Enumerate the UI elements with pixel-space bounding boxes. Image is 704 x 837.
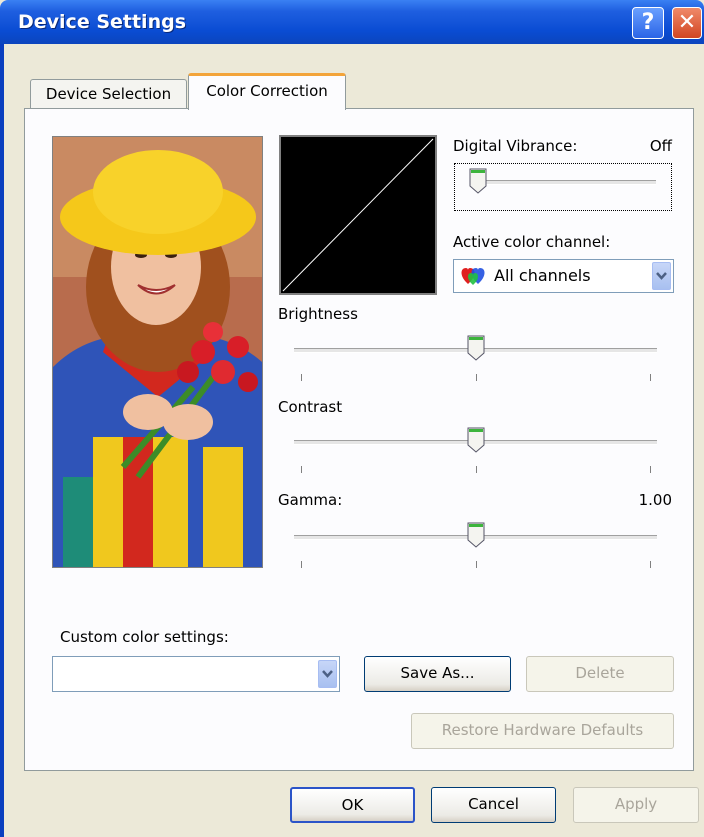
save-as-button[interactable]: Save As... — [364, 656, 511, 692]
gamma-tick-min — [301, 561, 302, 568]
ok-button[interactable]: OK — [290, 787, 415, 823]
window-frame — [0, 44, 4, 837]
cancel-button[interactable]: Cancel — [431, 787, 556, 823]
brightness-tick-min — [301, 374, 302, 381]
help-button[interactable]: ? — [632, 7, 664, 39]
brightness-label: Brightness — [278, 305, 358, 323]
tab-color-correction[interactable]: Color Correction — [188, 73, 346, 110]
contrast-tick-mid — [476, 466, 477, 473]
brightness-thumb[interactable] — [467, 335, 485, 361]
tab-device-selection[interactable]: Device Selection — [30, 79, 187, 109]
gamma-tick-max — [650, 561, 651, 568]
gamma-tick-mid — [476, 561, 477, 568]
contrast-thumb[interactable] — [467, 427, 485, 453]
contrast-tick-min — [301, 466, 302, 473]
preview-image — [52, 136, 263, 568]
restore-defaults-button[interactable]: Restore Hardware Defaults — [411, 713, 674, 749]
gamma-value: 1.00 — [638, 491, 672, 509]
chevron-down-icon[interactable] — [318, 660, 337, 688]
gamma-curve-line — [282, 138, 434, 292]
active-channel-label: Active color channel: — [453, 233, 611, 251]
contrast-label: Contrast — [278, 398, 343, 416]
digital-vibrance-label: Digital Vibrance: — [453, 137, 578, 155]
active-channel-value: All channels — [494, 266, 591, 285]
active-channel-select[interactable]: All channels — [453, 259, 674, 293]
digital-vibrance-value: Off — [649, 137, 672, 155]
window-title: Device Settings — [18, 11, 187, 33]
custom-settings-select[interactable] — [52, 656, 340, 692]
close-button[interactable]: ✕ — [672, 7, 702, 39]
custom-settings-label: Custom color settings: — [60, 628, 229, 646]
delete-button[interactable]: Delete — [526, 656, 674, 692]
brightness-tick-max — [650, 374, 651, 381]
digital-vibrance-track[interactable] — [471, 180, 656, 185]
contrast-tick-max — [650, 466, 651, 473]
close-icon: ✕ — [677, 10, 697, 35]
brightness-tick-mid — [476, 374, 477, 381]
color-curve-display — [279, 135, 437, 295]
question-icon: ? — [641, 10, 655, 35]
apply-button[interactable]: Apply — [573, 787, 699, 823]
gamma-label: Gamma: — [278, 491, 343, 509]
chevron-down-icon[interactable] — [652, 262, 671, 290]
gamma-thumb[interactable] — [467, 522, 485, 548]
preview-photo-illustration — [53, 137, 262, 567]
digital-vibrance-thumb[interactable] — [469, 168, 487, 194]
color-channels-icon — [461, 268, 485, 285]
